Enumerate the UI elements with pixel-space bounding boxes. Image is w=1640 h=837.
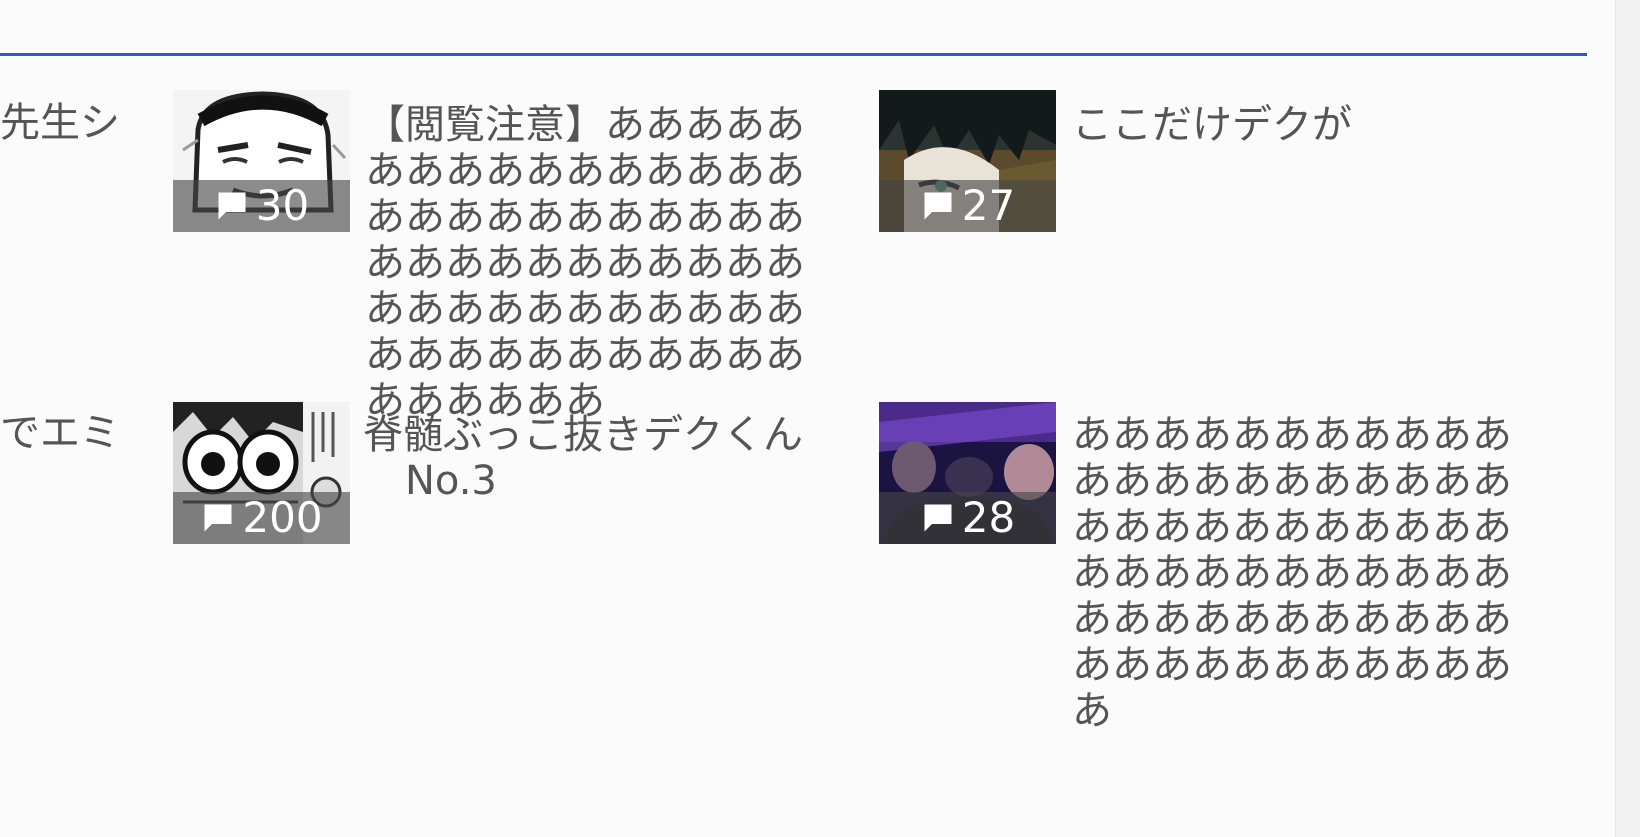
- comment-count-badge: 30: [173, 180, 350, 232]
- post-title-3-line-2: No.3: [405, 458, 497, 504]
- post-title-3[interactable]: 脊髄ぶっこ抜きデクくん No.3: [363, 412, 843, 504]
- post-title-2[interactable]: ここだけデクが: [1072, 102, 1552, 148]
- comment-count: 28: [961, 493, 1016, 542]
- post-title-3-line-1: 脊髄ぶっこ抜きデクくん: [363, 412, 803, 458]
- post-thumbnail-3[interactable]: 200: [173, 402, 350, 544]
- comment-bubble-icon: [924, 504, 952, 532]
- post-title-1[interactable]: 【閲覧注意】ああああああああああああああああああああああああああああああああああ…: [365, 102, 840, 424]
- comment-bubble-icon: [204, 504, 232, 532]
- post-thumbnail-1[interactable]: 30: [173, 90, 350, 232]
- comment-count: 200: [242, 493, 323, 542]
- comment-bubble-icon: [218, 192, 246, 220]
- left-column-fragment-2[interactable]: でエミ: [0, 410, 120, 456]
- post-thumbnail-2[interactable]: 27: [879, 90, 1056, 232]
- comment-count: 30: [255, 181, 310, 230]
- comment-count: 27: [961, 181, 1016, 230]
- post-title-4[interactable]: ああああああああああああああああああああああああああああああああああああああああ…: [1072, 412, 1547, 734]
- scrollbar-track[interactable]: [1615, 0, 1640, 837]
- post-grid-page: 先生シ でエミ 30 【閲覧注意】あああああああああああああああああああああああ…: [0, 0, 1640, 837]
- comment-count-badge: 27: [879, 180, 1056, 232]
- left-column-fragment-1[interactable]: 先生シ: [0, 100, 120, 146]
- post-thumbnail-4[interactable]: 28: [879, 402, 1056, 544]
- comment-count-badge: 28: [879, 492, 1056, 544]
- section-divider: [0, 53, 1587, 56]
- comment-bubble-icon: [924, 192, 952, 220]
- comment-count-badge: 200: [173, 492, 350, 544]
